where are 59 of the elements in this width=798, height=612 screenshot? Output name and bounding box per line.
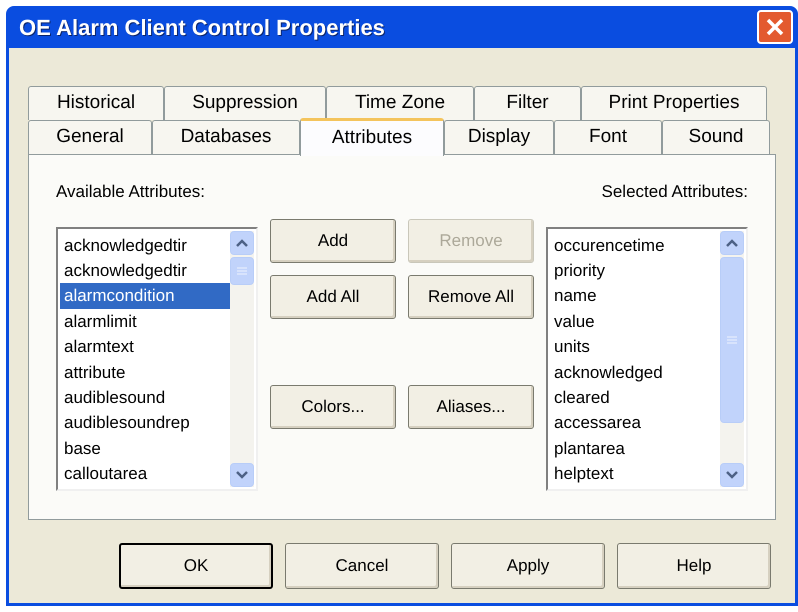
scroll-up-button[interactable] bbox=[230, 230, 254, 254]
tab[interactable]: Historical bbox=[28, 86, 164, 120]
list-box[interactable]: occurencetime priority name value units acknowledged cleared accessarea plantarea helptext bbox=[546, 226, 748, 490]
close-button[interactable] bbox=[757, 10, 793, 44]
tab[interactable]: Filter bbox=[474, 86, 581, 120]
list-item[interactable]: accessarea bbox=[550, 410, 720, 436]
list-item[interactable]: cleared bbox=[550, 384, 720, 410]
tab[interactable]: General bbox=[28, 120, 152, 154]
grip-icon bbox=[237, 266, 247, 274]
list-item[interactable]: plantarea bbox=[550, 436, 720, 462]
scroll-down-button[interactable] bbox=[230, 462, 254, 486]
dialog-button[interactable]: Colors... bbox=[270, 385, 396, 429]
tab[interactable]: Time Zone bbox=[326, 86, 474, 120]
list-box[interactable]: acknowledgedtir acknowledgedtir alarmcondition alarmlimit alarmtext attribute audiblesound audiblesoundrep base calloutarea bbox=[56, 226, 258, 490]
list-item[interactable]: audiblesoundrep bbox=[60, 410, 230, 436]
scroll-thumb[interactable] bbox=[230, 256, 254, 284]
list-item[interactable]: value bbox=[550, 308, 720, 334]
tab[interactable]: Print Properties bbox=[581, 86, 767, 120]
chevron-down-icon bbox=[726, 470, 738, 478]
scroll-down-button[interactable] bbox=[720, 462, 744, 486]
list-item[interactable]: occurencetime bbox=[550, 232, 720, 258]
default-button[interactable]: OK bbox=[119, 543, 273, 589]
tab[interactable]: Suppression bbox=[164, 86, 326, 120]
list-item[interactable]: attribute bbox=[60, 360, 230, 385]
list-item[interactable]: acknowledgedtir bbox=[60, 232, 230, 258]
chevron-up-icon bbox=[726, 238, 738, 246]
list-item[interactable]: acknowledged bbox=[550, 360, 720, 385]
list-item[interactable]: audiblesound bbox=[60, 384, 230, 410]
list-label: Available Attributes: bbox=[56, 181, 206, 203]
window-title: OE Alarm Client Control Properties bbox=[19, 14, 385, 42]
chevron-down-icon bbox=[236, 470, 248, 478]
list-item[interactable]: units bbox=[550, 334, 720, 360]
tab[interactable]: Databases bbox=[152, 120, 300, 154]
list-item[interactable]: alarmlimit bbox=[60, 308, 230, 334]
list-label: Selected Attributes: bbox=[602, 181, 748, 203]
tab[interactable]: Attributes bbox=[300, 118, 444, 156]
dialog-button[interactable]: Remove All bbox=[408, 275, 534, 319]
list-item[interactable]: alarmtext bbox=[60, 334, 230, 360]
list-item[interactable]: base bbox=[60, 436, 230, 462]
dialog-button[interactable]: Cancel bbox=[285, 543, 439, 589]
dialog-button[interactable]: Add All bbox=[270, 275, 396, 319]
list-item[interactable]: name bbox=[550, 283, 720, 309]
tab[interactable]: Display bbox=[444, 120, 554, 154]
list-item[interactable]: calloutarea bbox=[60, 461, 230, 486]
scroll-thumb[interactable] bbox=[720, 256, 744, 422]
list-item[interactable]: priority bbox=[550, 258, 720, 284]
list-item[interactable]: helptext bbox=[550, 461, 720, 486]
dialog-button[interactable]: Aliases... bbox=[408, 385, 534, 429]
list-item[interactable]: alarmcondition bbox=[60, 283, 230, 309]
list-item[interactable]: acknowledgedtir bbox=[60, 258, 230, 284]
chevron-up-icon bbox=[236, 238, 248, 246]
scroll-up-button[interactable] bbox=[720, 230, 744, 254]
dialog-button[interactable]: Apply bbox=[451, 543, 605, 589]
dialog-button[interactable]: Help bbox=[617, 543, 771, 589]
tab[interactable]: Sound bbox=[662, 120, 770, 154]
tab[interactable]: Font bbox=[554, 120, 662, 154]
dialog-button[interactable]: Add bbox=[270, 219, 396, 263]
grip-icon bbox=[727, 336, 737, 344]
close-icon bbox=[766, 18, 784, 36]
